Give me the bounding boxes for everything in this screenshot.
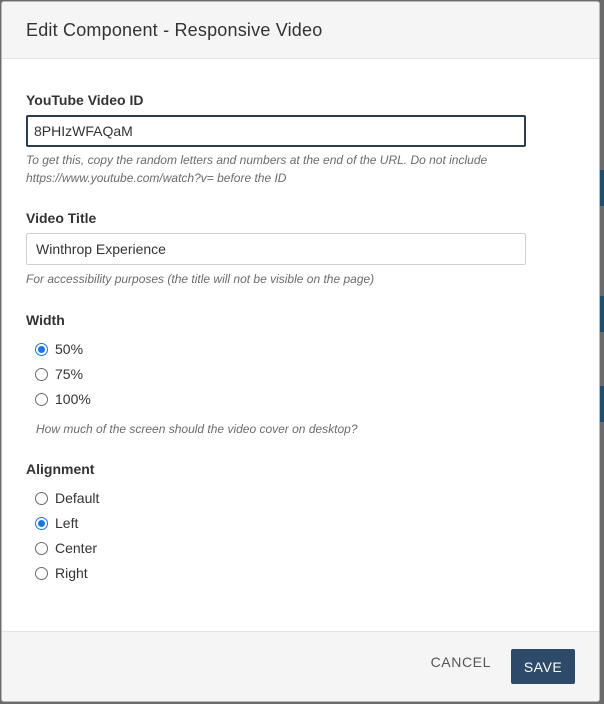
radio-button[interactable] xyxy=(35,491,48,505)
alignment-option-left[interactable]: Left xyxy=(35,514,78,532)
radio-button[interactable] xyxy=(35,566,48,580)
video-title-help-text: For accessibility purposes (the title wi… xyxy=(26,272,375,286)
modal-title: Edit Component - Responsive Video xyxy=(26,19,323,40)
radio-label: Default xyxy=(55,490,100,506)
alignment-option-right[interactable]: Right xyxy=(35,564,88,582)
cancel-button[interactable]: CANCEL xyxy=(431,654,491,670)
alignment-label: Alignment xyxy=(26,461,95,477)
width-help-text: How much of the screen should the video … xyxy=(36,422,358,436)
radio-label: Left xyxy=(55,515,79,531)
radio-button[interactable] xyxy=(35,541,48,555)
backdrop-stripe xyxy=(600,386,604,422)
video-title-label: Video Title xyxy=(26,210,97,226)
radio-label: 75% xyxy=(55,366,84,382)
backdrop-stripe xyxy=(600,296,604,332)
radio-button[interactable] xyxy=(35,367,48,381)
edit-component-modal: Edit Component - Responsive Video YouTub… xyxy=(1,1,600,702)
video-title-input[interactable] xyxy=(26,233,526,265)
video-id-label: YouTube Video ID xyxy=(26,92,144,108)
backdrop-stripe xyxy=(600,170,604,206)
radio-label: 100% xyxy=(55,391,91,407)
alignment-option-default[interactable]: Default xyxy=(35,489,99,507)
video-id-help-text: To get this, copy the random letters and… xyxy=(26,153,488,185)
radio-label: 50% xyxy=(55,341,84,357)
radio-button[interactable] xyxy=(35,392,48,406)
alignment-option-center[interactable]: Center xyxy=(35,539,97,557)
width-option-50[interactable]: 50% xyxy=(35,340,83,358)
modal-footer: CANCEL SAVE xyxy=(2,631,599,701)
radio-label: Center xyxy=(55,540,98,556)
radio-button[interactable] xyxy=(35,516,48,530)
width-option-100[interactable]: 100% xyxy=(35,390,91,408)
width-option-75[interactable]: 75% xyxy=(35,365,83,383)
save-button[interactable]: SAVE xyxy=(511,649,575,684)
width-label: Width xyxy=(26,312,65,328)
radio-label: Right xyxy=(55,565,88,581)
video-id-input[interactable] xyxy=(26,115,526,147)
radio-button[interactable] xyxy=(35,342,48,356)
modal-header: Edit Component - Responsive Video xyxy=(2,2,599,59)
